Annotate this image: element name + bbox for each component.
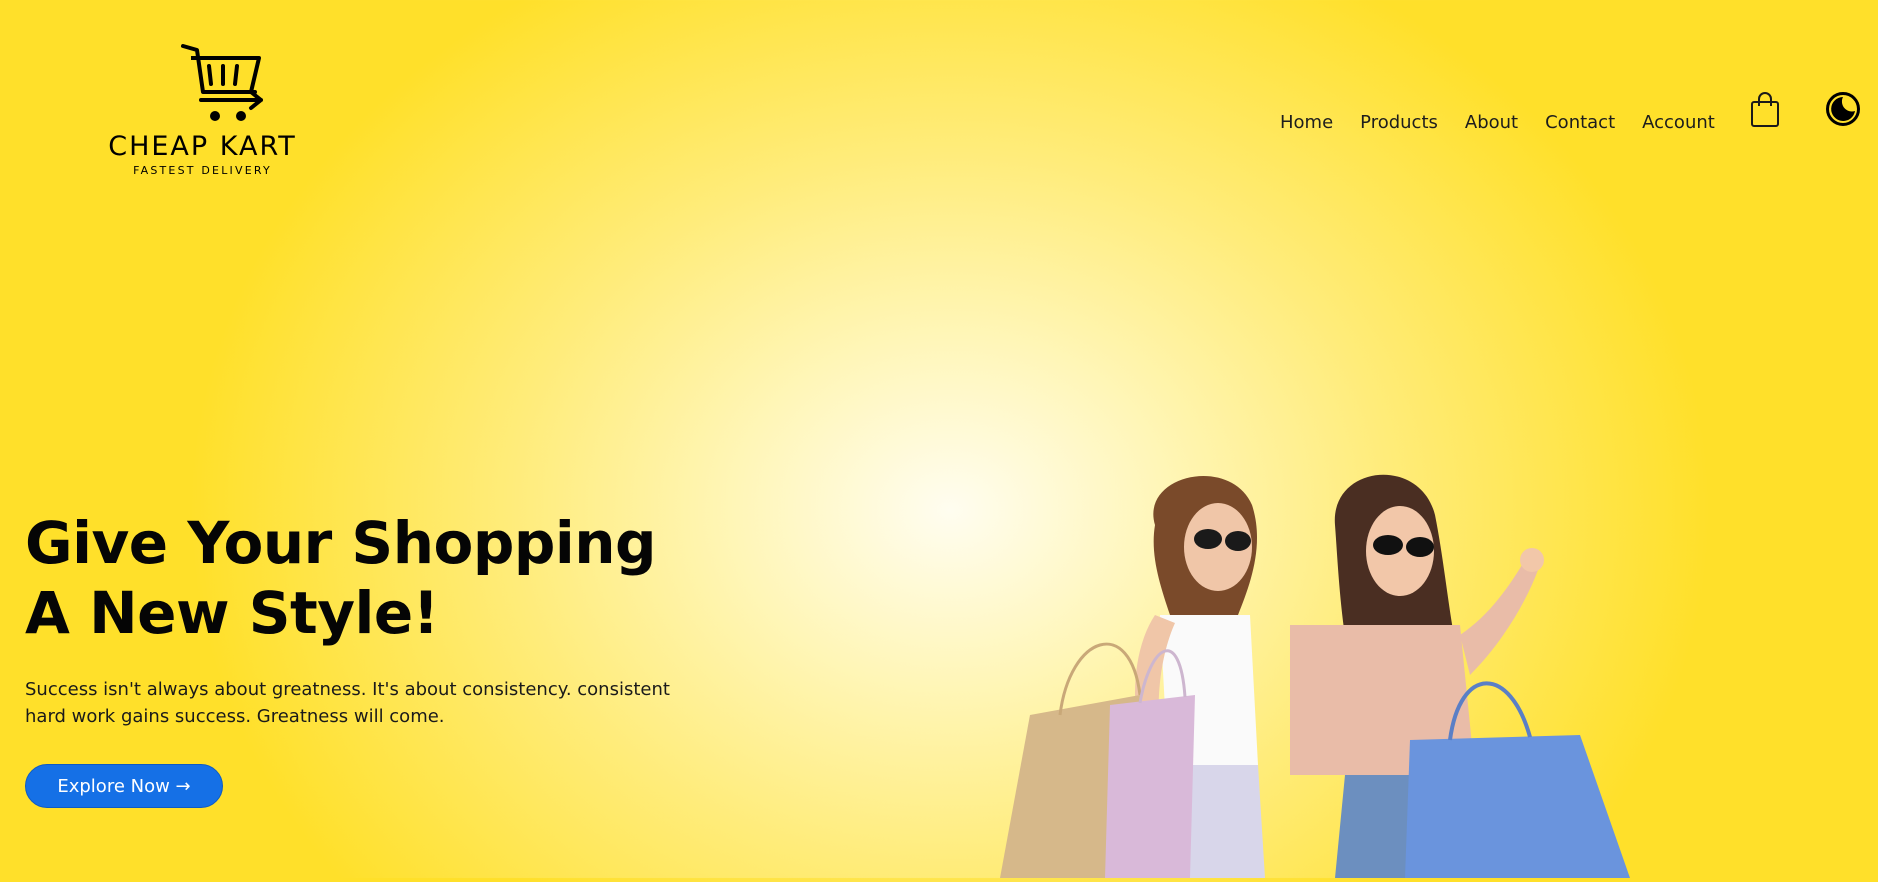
brand-tagline: FASTEST DELIVERY <box>133 164 272 177</box>
hero-headline-line2: A New Style! <box>25 579 439 647</box>
moon-icon[interactable] <box>1826 92 1860 130</box>
nav-about-link[interactable]: About <box>1465 112 1518 133</box>
nav-products-link[interactable]: Products <box>1360 112 1438 133</box>
hero-subtext-line2: hard work gains success. Greatness will … <box>25 706 445 727</box>
nav-contact-link[interactable]: Contact <box>1545 112 1615 133</box>
explore-now-button[interactable]: Explore Now → <box>25 764 223 808</box>
hero-subtext: Success isn't always about greatness. It… <box>25 676 715 730</box>
nav-home-link[interactable]: Home <box>1280 112 1333 133</box>
nav-account-link[interactable]: Account <box>1642 112 1715 133</box>
main-nav: Home Products About Contact Account <box>1280 112 1742 133</box>
hero-headline-line1: Give Your Shopping <box>25 509 657 577</box>
brand-name: CHEAP KART <box>108 131 297 162</box>
brand-logo[interactable]: CHEAP KART FASTEST DELIVERY <box>100 40 305 177</box>
hero-subtext-line1: Success isn't always about greatness. It… <box>25 679 670 700</box>
shopping-bag-icon[interactable] <box>1750 92 1780 132</box>
hero-shoppers-image <box>990 465 1640 882</box>
hero-headline: Give Your Shopping A New Style! <box>25 508 657 648</box>
shopping-cart-logo-icon <box>180 44 263 121</box>
